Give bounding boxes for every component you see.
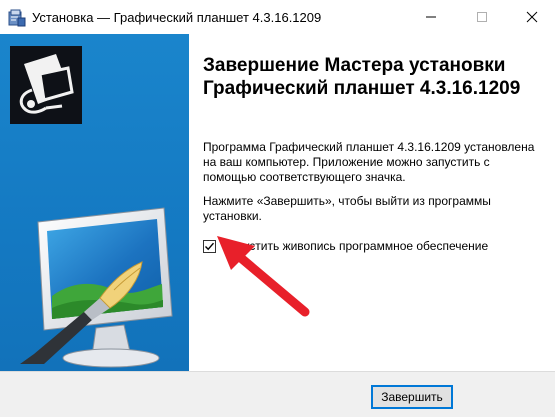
installer-app-icon [8,9,26,27]
wizard-banner [0,34,189,371]
maximize-icon [477,12,487,22]
maximize-button[interactable] [459,0,505,34]
wizard-content: Завершение Мастера установки Графический… [189,34,555,371]
launch-option[interactable]: Запустить живопись программное обеспечен… [203,237,488,255]
installer-window: Установка — Графический планшет 4.3.16.1… [0,0,555,417]
tablet-logo-icon [10,46,82,124]
wizard-footer: Завершить [0,371,555,417]
title-bar: Установка — Графический планшет 4.3.16.1… [0,0,555,34]
close-icon [526,11,538,23]
minimize-button[interactable] [408,0,454,34]
launch-checkbox[interactable] [203,239,216,253]
finish-button[interactable]: Завершить [371,385,453,409]
window-title: Установка — Графический планшет 4.3.16.1… [32,10,322,25]
install-complete-text: Программа Графический планшет 4.3.16.120… [203,140,535,184]
finish-instruction-text: Нажмите «Завершить», чтобы выйти из прог… [203,194,491,223]
close-button[interactable] [509,0,555,34]
minimize-icon [426,16,436,18]
monitor-brush-illustration [20,207,173,368]
checkmark-icon [205,242,215,250]
launch-checkbox-label[interactable]: Запустить живопись программное обеспечен… [223,239,488,253]
page-title: Завершение Мастера установки Графический… [203,55,521,99]
